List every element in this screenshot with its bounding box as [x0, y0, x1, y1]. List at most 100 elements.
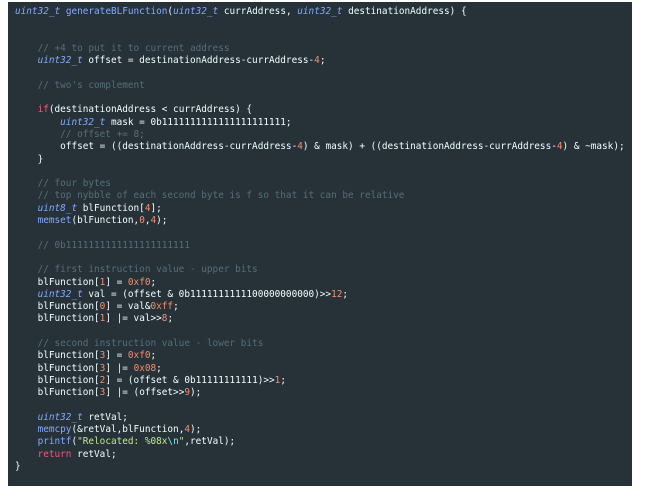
code-text: blFunction[: [15, 276, 100, 288]
type-keyword: uint32_t: [37, 411, 83, 423]
code-line[interactable]: if(destinationAddress < currAddress) {: [15, 104, 630, 116]
code-text: ;: [150, 350, 157, 362]
comment: // offset += 8;: [15, 128, 145, 140]
code-line[interactable]: memset(blFunction,0,4);: [15, 215, 630, 227]
code-line[interactable]: [15, 227, 630, 239]
code-line[interactable]: uint32_t mask = 0b1111111111111111111111…: [15, 117, 630, 129]
code-text: );: [190, 424, 202, 436]
code-line[interactable]: // 0b1111111111111111111111: [15, 240, 630, 252]
code-line[interactable]: [15, 18, 630, 30]
code-text: blFunction[: [15, 374, 100, 386]
type-keyword: uint32_t: [15, 6, 61, 17]
code-line[interactable]: [15, 326, 630, 338]
code-text: ] |= val>>: [105, 313, 162, 325]
code-line[interactable]: return retVal;: [15, 449, 630, 461]
code-text: val = (offset & 0b1111111111100000000000…: [82, 288, 332, 300]
code-line[interactable]: }: [15, 154, 630, 166]
code-line[interactable]: uint32_t val = (offset & 0b1111111111100…: [15, 289, 630, 301]
code-text: ] |=: [105, 362, 134, 374]
code-line[interactable]: [15, 166, 630, 178]
code-line[interactable]: // two's complement: [15, 80, 630, 92]
code-text: ;: [156, 362, 162, 374]
code-line[interactable]: printf("Relocated: %08x\n",retVal);: [15, 436, 630, 448]
type-keyword: uint32_t: [60, 116, 106, 128]
number-literal: 0xf0: [127, 350, 151, 362]
code-text: );: [190, 387, 202, 399]
code-text: blFunction[: [15, 301, 100, 313]
code-text: (blFunction,: [71, 215, 140, 227]
function-name: memset: [37, 215, 72, 227]
code-line[interactable]: blFunction[3] = 0xf0;: [15, 350, 630, 362]
type-keyword: uint32_t: [37, 55, 83, 67]
code-text: ,retVal);: [184, 436, 236, 448]
code-text: blFunction[: [77, 202, 145, 214]
code-line[interactable]: blFunction[1] = 0xf0;: [15, 277, 630, 289]
code-line[interactable]: memcpy(&retVal,blFunction,4);: [15, 424, 630, 436]
function-name: printf: [37, 436, 72, 448]
type-keyword: uint32_t: [297, 6, 343, 17]
code-line[interactable]: offset = ((destinationAddress-currAddres…: [15, 141, 630, 153]
code-text: ] =: [105, 350, 128, 362]
code-text: blFunction[: [15, 362, 100, 374]
code-line[interactable]: }: [15, 461, 630, 473]
code-lines: uint32_t generateBLFunction(uint32_t cur…: [15, 6, 630, 473]
comment: // two's complement: [15, 79, 145, 91]
comment: // +4 to put it to current address: [15, 42, 230, 54]
code-text: currAddress,: [218, 6, 298, 17]
type-keyword: uint32_t: [37, 288, 83, 300]
code-text: ] = val&: [105, 301, 151, 313]
code-line[interactable]: blFunction[3] |= 0x08;: [15, 363, 630, 375]
code-text: ] |= (offset>>: [105, 387, 185, 399]
code-line[interactable]: blFunction[1] |= val>>8;: [15, 313, 630, 325]
code-text: );: [156, 215, 168, 227]
code-line[interactable]: blFunction[3] |= (offset>>9);: [15, 387, 630, 399]
escape-sequence: \n: [167, 436, 179, 448]
type-keyword: uint8_t: [37, 202, 78, 214]
code-text: blFunction[: [15, 313, 100, 325]
code-text: ;: [342, 288, 349, 300]
code-line[interactable]: uint32_t generateBLFunction(uint32_t cur…: [15, 6, 630, 18]
code-line[interactable]: // second instruction value - lower bits: [15, 338, 630, 350]
code-line[interactable]: [15, 400, 630, 412]
code-text: }: [15, 153, 44, 165]
code-text: ;: [319, 55, 326, 67]
code-line[interactable]: [15, 67, 630, 79]
code-text: ) & mask) + ((destinationAddress-currAdd…: [302, 141, 557, 153]
code-line[interactable]: // first instruction value - upper bits: [15, 264, 630, 276]
code-line[interactable]: // +4 to put it to current address: [15, 43, 630, 55]
code-line[interactable]: uint32_t offset = destinationAddress-cur…: [15, 55, 630, 67]
code-text: blFunction[: [15, 387, 100, 399]
code-line[interactable]: // offset += 8;: [15, 129, 630, 141]
number-literal: 0xff: [150, 301, 174, 313]
code-text: (&retVal,blFunction,: [71, 424, 185, 436]
code-line[interactable]: [15, 252, 630, 264]
code-line[interactable]: uint32_t retVal;: [15, 412, 630, 424]
code-line[interactable]: [15, 92, 630, 104]
comment: // top nybble of each second byte is f s…: [15, 190, 405, 202]
comment: // four bytes: [15, 178, 111, 190]
code-text: ;: [167, 313, 174, 325]
code-line[interactable]: blFunction[2] = (offset & 0b11111111111)…: [15, 375, 630, 387]
code-line[interactable]: blFunction[0] = val&0xff;: [15, 301, 630, 313]
code-text: }: [15, 460, 21, 472]
number-literal: 12: [331, 288, 343, 300]
code-editor[interactable]: uint32_t generateBLFunction(uint32_t cur…: [8, 2, 632, 486]
string-literal: "Relocated: %08x: [77, 436, 168, 448]
control-keyword: if: [37, 104, 49, 116]
code-text: retVal;: [82, 411, 128, 423]
type-keyword: uint32_t: [173, 6, 219, 17]
code-line[interactable]: // top nybble of each second byte is f s…: [15, 190, 630, 202]
code-text: mask = 0b1111111111111111111111;: [105, 116, 292, 128]
code-line[interactable]: // four bytes: [15, 178, 630, 190]
comment: // 0b1111111111111111111111: [15, 239, 190, 251]
comment: // second instruction value - lower bits: [15, 338, 264, 350]
code-line[interactable]: uint8_t blFunction[4];: [15, 203, 630, 215]
code-line[interactable]: [15, 31, 630, 43]
